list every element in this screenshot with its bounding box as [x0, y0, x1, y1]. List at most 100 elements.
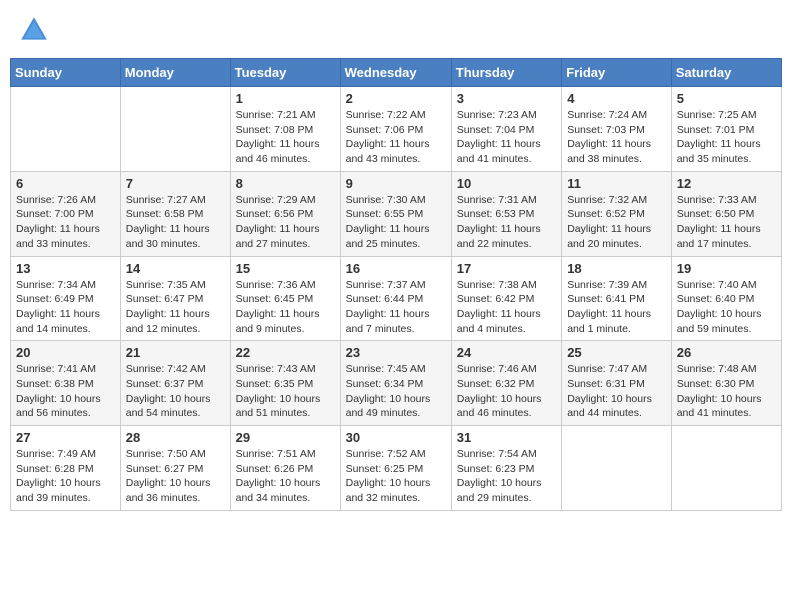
calendar-cell: 22 Sunrise: 7:43 AM Sunset: 6:35 PM Dayli… — [230, 341, 340, 426]
logo-icon — [18, 14, 50, 46]
calendar-cell — [120, 87, 230, 172]
calendar-table: SundayMondayTuesdayWednesdayThursdayFrid… — [10, 58, 782, 511]
day-number: 2 — [346, 91, 446, 106]
calendar-cell: 10Sunrise: 7:31 AM Sunset: 6:53 PM Dayli… — [451, 171, 561, 256]
calendar-cell: 3Sunrise: 7:23 AM Sunset: 7:04 PM Daylig… — [451, 87, 561, 172]
day-number: 20 — [16, 345, 115, 360]
day-info: Sunrise: 7:45 AM Sunset: 6:34 PM Dayligh… — [346, 362, 446, 421]
day-number: 26 — [677, 345, 776, 360]
calendar-week-row: 1 Sunrise: 7:21 AM Sunset: 7:08 PM Daylig… — [11, 87, 782, 172]
day-info: Sunrise: 7:54 AM Sunset: 6:23 PM Dayligh… — [457, 447, 556, 506]
calendar-cell: 6 Sunrise: 7:26 AM Sunset: 7:00 PM Daylig… — [11, 171, 121, 256]
day-info: Sunrise: 7:38 AM Sunset: 6:42 PM Dayligh… — [457, 278, 556, 337]
calendar-cell: 18 Sunrise: 7:39 AM Sunset: 6:41 PM Dayli… — [562, 256, 672, 341]
day-number: 30 — [346, 430, 446, 445]
day-info: Sunrise: 7:51 AM Sunset: 6:26 PM Dayligh… — [236, 447, 335, 506]
day-info: Sunrise: 7:25 AM Sunset: 7:01 PM Dayligh… — [677, 108, 776, 167]
calendar-cell: 17 Sunrise: 7:38 AM Sunset: 6:42 PM Dayli… — [451, 256, 561, 341]
day-info: Sunrise: 7:42 AM Sunset: 6:37 PM Dayligh… — [126, 362, 225, 421]
page-header — [10, 10, 782, 50]
day-number: 19 — [677, 261, 776, 276]
calendar-cell — [562, 426, 672, 511]
day-number: 24 — [457, 345, 556, 360]
day-number: 25 — [567, 345, 666, 360]
day-number: 22 — [236, 345, 335, 360]
day-info: Sunrise: 7:39 AM Sunset: 6:41 PM Dayligh… — [567, 278, 666, 337]
logo — [18, 14, 54, 46]
calendar-cell: 1 Sunrise: 7:21 AM Sunset: 7:08 PM Daylig… — [230, 87, 340, 172]
calendar-cell: 14 Sunrise: 7:35 AM Sunset: 6:47 PM Dayli… — [120, 256, 230, 341]
calendar-header-monday: Monday — [120, 59, 230, 87]
calendar-header-thursday: Thursday — [451, 59, 561, 87]
day-number: 31 — [457, 430, 556, 445]
calendar-header-sunday: Sunday — [11, 59, 121, 87]
calendar-cell: 19 Sunrise: 7:40 AM Sunset: 6:40 PM Dayli… — [671, 256, 781, 341]
day-number: 14 — [126, 261, 225, 276]
calendar-header-row: SundayMondayTuesdayWednesdayThursdayFrid… — [11, 59, 782, 87]
calendar-cell: 12 Sunrise: 7:33 AM Sunset: 6:50 PM Dayli… — [671, 171, 781, 256]
day-number: 8 — [236, 176, 335, 191]
day-info: Sunrise: 7:32 AM Sunset: 6:52 PM Dayligh… — [567, 193, 666, 252]
day-info: Sunrise: 7:22 AM Sunset: 7:06 PM Dayligh… — [346, 108, 446, 167]
day-info: Sunrise: 7:43 AM Sunset: 6:35 PM Dayligh… — [236, 362, 335, 421]
calendar-week-row: 27 Sunrise: 7:49 AM Sunset: 6:28 PM Dayli… — [11, 426, 782, 511]
day-info: Sunrise: 7:29 AM Sunset: 6:56 PM Dayligh… — [236, 193, 335, 252]
day-number: 1 — [236, 91, 335, 106]
day-number: 16 — [346, 261, 446, 276]
calendar-week-row: 20 Sunrise: 7:41 AM Sunset: 6:38 PM Dayli… — [11, 341, 782, 426]
calendar-week-row: 13 Sunrise: 7:34 AM Sunset: 6:49 PM Dayli… — [11, 256, 782, 341]
day-info: Sunrise: 7:48 AM Sunset: 6:30 PM Dayligh… — [677, 362, 776, 421]
day-info: Sunrise: 7:26 AM Sunset: 7:00 PM Dayligh… — [16, 193, 115, 252]
day-number: 6 — [16, 176, 115, 191]
day-info: Sunrise: 7:49 AM Sunset: 6:28 PM Dayligh… — [16, 447, 115, 506]
day-info: Sunrise: 7:21 AM Sunset: 7:08 PM Dayligh… — [236, 108, 335, 167]
calendar-cell: 30 Sunrise: 7:52 AM Sunset: 6:25 PM Dayli… — [340, 426, 451, 511]
day-info: Sunrise: 7:37 AM Sunset: 6:44 PM Dayligh… — [346, 278, 446, 337]
day-number: 18 — [567, 261, 666, 276]
calendar-cell: 28Sunrise: 7:50 AM Sunset: 6:27 PM Dayli… — [120, 426, 230, 511]
day-info: Sunrise: 7:50 AM Sunset: 6:27 PM Dayligh… — [126, 447, 225, 506]
day-number: 5 — [677, 91, 776, 106]
calendar-header-friday: Friday — [562, 59, 672, 87]
calendar-cell: 8 Sunrise: 7:29 AM Sunset: 6:56 PM Daylig… — [230, 171, 340, 256]
calendar-cell: 5 Sunrise: 7:25 AM Sunset: 7:01 PM Daylig… — [671, 87, 781, 172]
calendar-cell: 23Sunrise: 7:45 AM Sunset: 6:34 PM Dayli… — [340, 341, 451, 426]
day-info: Sunrise: 7:34 AM Sunset: 6:49 PM Dayligh… — [16, 278, 115, 337]
day-number: 11 — [567, 176, 666, 191]
calendar-header-saturday: Saturday — [671, 59, 781, 87]
day-info: Sunrise: 7:36 AM Sunset: 6:45 PM Dayligh… — [236, 278, 335, 337]
day-number: 27 — [16, 430, 115, 445]
calendar-cell: 27 Sunrise: 7:49 AM Sunset: 6:28 PM Dayli… — [11, 426, 121, 511]
calendar-cell: 29Sunrise: 7:51 AM Sunset: 6:26 PM Dayli… — [230, 426, 340, 511]
day-info: Sunrise: 7:23 AM Sunset: 7:04 PM Dayligh… — [457, 108, 556, 167]
calendar-cell: 11 Sunrise: 7:32 AM Sunset: 6:52 PM Dayli… — [562, 171, 672, 256]
day-number: 13 — [16, 261, 115, 276]
day-info: Sunrise: 7:33 AM Sunset: 6:50 PM Dayligh… — [677, 193, 776, 252]
calendar-cell: 2 Sunrise: 7:22 AM Sunset: 7:06 PM Daylig… — [340, 87, 451, 172]
day-number: 21 — [126, 345, 225, 360]
day-number: 17 — [457, 261, 556, 276]
day-info: Sunrise: 7:47 AM Sunset: 6:31 PM Dayligh… — [567, 362, 666, 421]
calendar-cell: 26 Sunrise: 7:48 AM Sunset: 6:30 PM Dayli… — [671, 341, 781, 426]
day-number: 15 — [236, 261, 335, 276]
day-number: 4 — [567, 91, 666, 106]
day-number: 12 — [677, 176, 776, 191]
calendar-cell: 20 Sunrise: 7:41 AM Sunset: 6:38 PM Dayli… — [11, 341, 121, 426]
day-info: Sunrise: 7:40 AM Sunset: 6:40 PM Dayligh… — [677, 278, 776, 337]
calendar-cell: 13 Sunrise: 7:34 AM Sunset: 6:49 PM Dayli… — [11, 256, 121, 341]
calendar-cell: 21 Sunrise: 7:42 AM Sunset: 6:37 PM Dayli… — [120, 341, 230, 426]
day-info: Sunrise: 7:52 AM Sunset: 6:25 PM Dayligh… — [346, 447, 446, 506]
day-info: Sunrise: 7:31 AM Sunset: 6:53 PM Dayligh… — [457, 193, 556, 252]
day-number: 9 — [346, 176, 446, 191]
calendar-cell — [671, 426, 781, 511]
calendar-cell: 31 Sunrise: 7:54 AM Sunset: 6:23 PM Dayli… — [451, 426, 561, 511]
calendar-cell: 15 Sunrise: 7:36 AM Sunset: 6:45 PM Dayli… — [230, 256, 340, 341]
day-info: Sunrise: 7:41 AM Sunset: 6:38 PM Dayligh… — [16, 362, 115, 421]
calendar-cell: 9Sunrise: 7:30 AM Sunset: 6:55 PM Daylig… — [340, 171, 451, 256]
day-info: Sunrise: 7:35 AM Sunset: 6:47 PM Dayligh… — [126, 278, 225, 337]
day-info: Sunrise: 7:24 AM Sunset: 7:03 PM Dayligh… — [567, 108, 666, 167]
calendar-cell — [11, 87, 121, 172]
calendar-cell: 4 Sunrise: 7:24 AM Sunset: 7:03 PM Daylig… — [562, 87, 672, 172]
calendar-header-wednesday: Wednesday — [340, 59, 451, 87]
day-number: 7 — [126, 176, 225, 191]
